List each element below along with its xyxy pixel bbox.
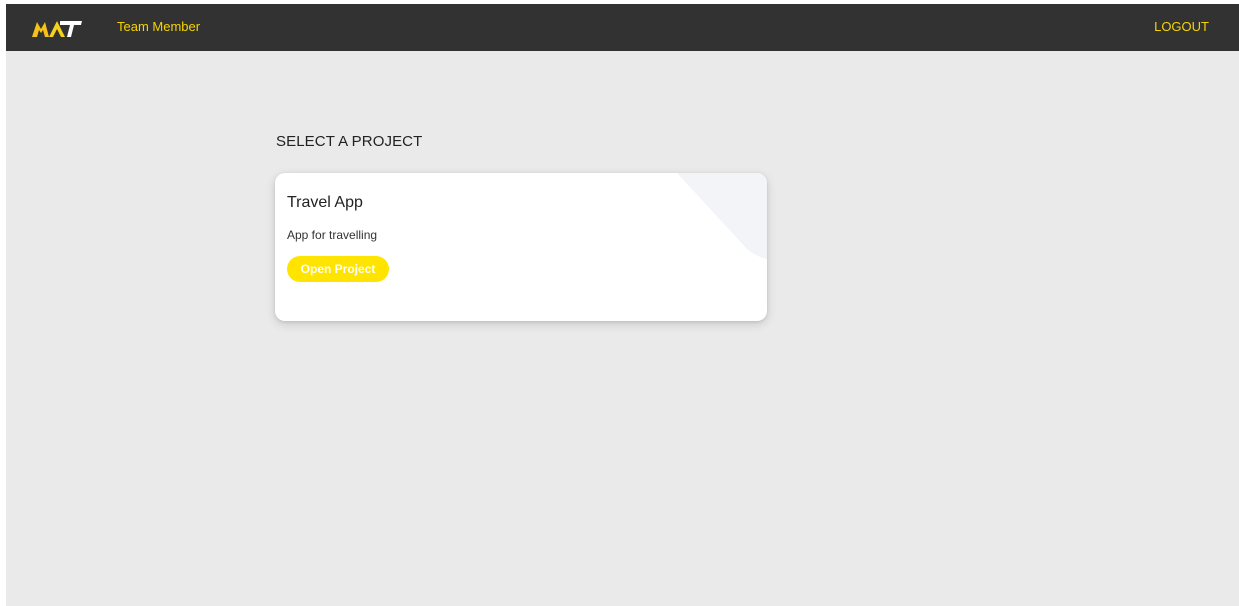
- project-description: App for travelling: [287, 228, 378, 242]
- corner-decoration-icon: [677, 173, 767, 259]
- project-card: Travel App App for travelling Open Proje…: [275, 173, 767, 321]
- mat-logo-icon[interactable]: [32, 18, 82, 38]
- role-label: Team Member: [117, 19, 201, 34]
- page-title: SELECT A PROJECT: [276, 133, 423, 150]
- top-navbar: Team Member LOGOUT: [6, 4, 1239, 51]
- open-project-button[interactable]: Open Project: [287, 256, 389, 282]
- logout-button[interactable]: LOGOUT: [1154, 19, 1209, 34]
- project-name: Travel App: [287, 194, 363, 211]
- app-frame: Team Member LOGOUT SELECT A PROJECT Trav…: [6, 4, 1239, 606]
